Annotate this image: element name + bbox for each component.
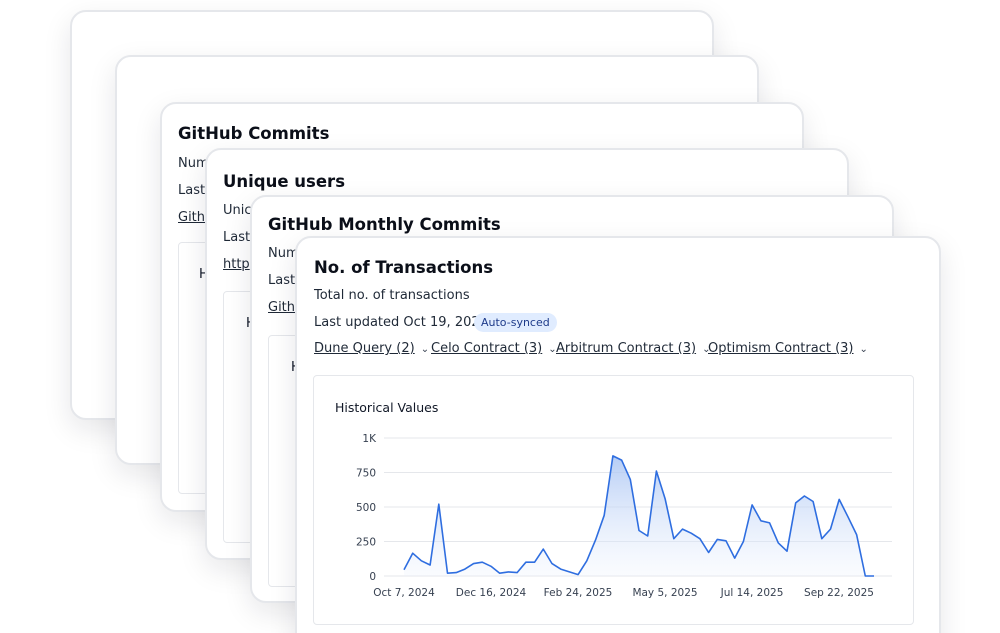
x-tick-label: Sep 22, 2025 xyxy=(804,587,874,599)
card-description: Unic xyxy=(223,203,252,218)
historical-values-chart: 0 250 500 750 1K Oct 7, 2024 Dec 16, 2024 Feb … xyxy=(356,433,892,599)
y-tick-label: 1K xyxy=(362,433,377,445)
chevron-down-icon: ⌄ xyxy=(859,344,868,355)
card-source-link[interactable]: http xyxy=(223,257,250,272)
card-title: GitHub Commits xyxy=(178,124,330,143)
card-title: Unique users xyxy=(223,172,346,191)
source-optimism-contract[interactable]: Optimism Contract (3) ⌄ xyxy=(708,341,868,356)
card-last-updated: Last xyxy=(223,230,251,245)
card-title: GitHub Monthly Commits xyxy=(268,215,501,234)
series-area xyxy=(404,455,874,576)
source-label: Arbitrum Contract (3) xyxy=(556,341,697,356)
chevron-down-icon: ⌄ xyxy=(420,344,430,355)
x-tick-label: Jul 14, 2025 xyxy=(720,587,784,599)
x-tick-label: May 5, 2025 xyxy=(632,587,697,599)
source-label: Celo Contract (3) xyxy=(431,341,543,356)
y-tick-label: 0 xyxy=(369,571,376,583)
y-tick-label: 500 xyxy=(356,502,376,514)
source-celo-contract[interactable]: Celo Contract (3) ⌄ xyxy=(431,341,557,356)
x-tick-label: Dec 16, 2024 xyxy=(456,587,527,599)
source-label: Optimism Contract (3) xyxy=(708,341,854,356)
transactions-title: No. of Transactions xyxy=(314,258,494,277)
transactions-description: Total no. of transactions xyxy=(314,288,470,303)
auto-synced-badge: Auto-synced xyxy=(474,313,557,332)
y-tick-label: 250 xyxy=(356,537,376,549)
source-arbitrum-contract[interactable]: Arbitrum Contract (3) ⌄ xyxy=(556,341,710,356)
transactions-last-updated: Last updated Oct 19, 2025 xyxy=(314,315,488,330)
historical-values-chart-card: Historical Values 0 250 500 750 1K Oct 7, 20… xyxy=(313,375,914,625)
x-tick-label: Oct 7, 2024 xyxy=(373,587,435,599)
x-tick-label: Feb 24, 2025 xyxy=(544,587,613,599)
card-last-updated: Last xyxy=(178,183,206,198)
source-dune-query[interactable]: Dune Query (2) ⌄ xyxy=(314,341,429,356)
y-tick-label: 750 xyxy=(356,468,376,480)
source-label: Dune Query (2) xyxy=(314,341,415,356)
card-last-updated: Last xyxy=(268,273,296,288)
